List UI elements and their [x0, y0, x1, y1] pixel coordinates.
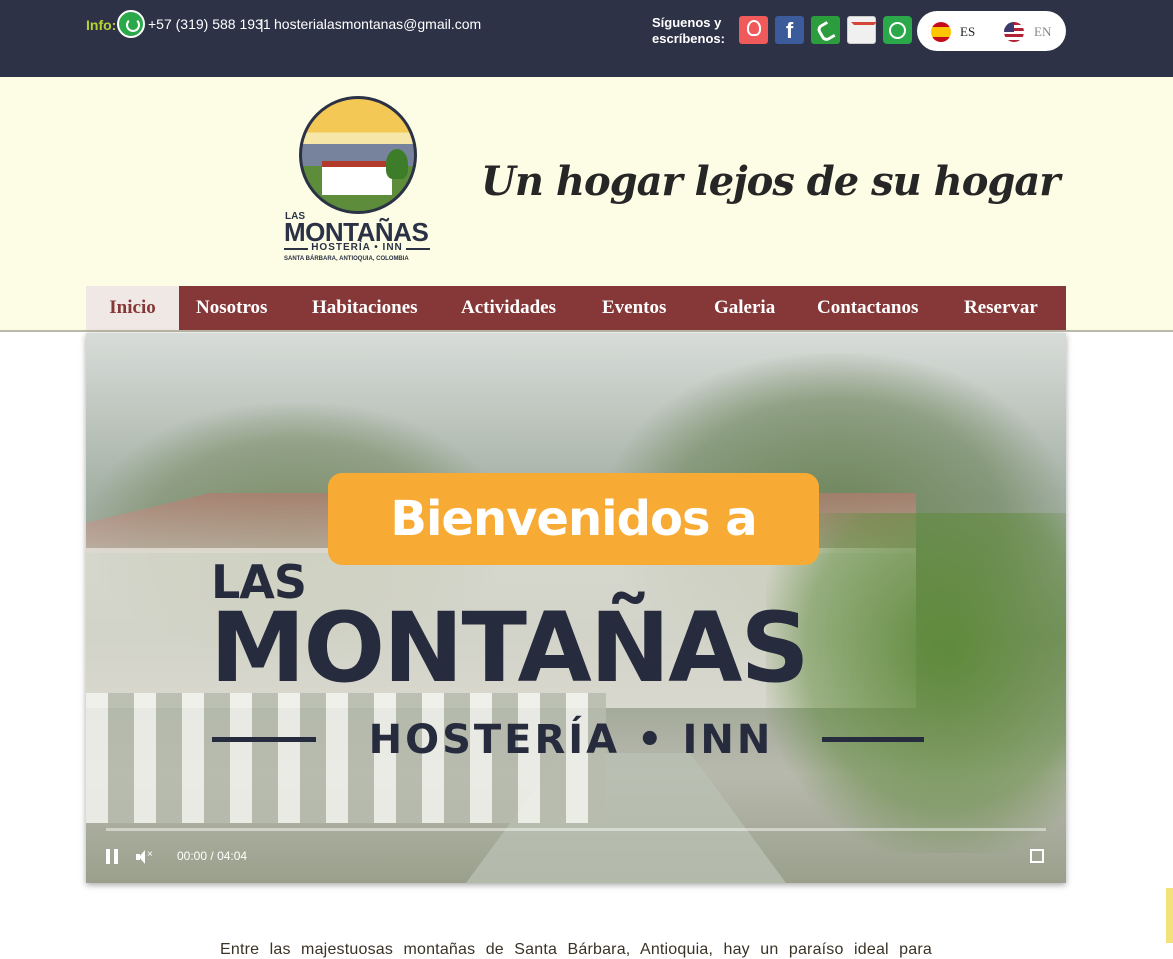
nav-item-habitaciones[interactable]: Habitaciones — [312, 286, 418, 330]
nav-item-inicio[interactable]: Inicio — [86, 286, 179, 330]
video-time-separator: / — [210, 849, 214, 863]
logo-house-icon — [322, 161, 392, 195]
fullscreen-icon[interactable] — [1030, 849, 1044, 863]
video-title-divider — [822, 737, 924, 742]
intro-paragraph: Entre las majestuosas montañas de Santa … — [220, 941, 932, 958]
email-link[interactable]: hosterialasmontanas@gmail.com — [274, 16, 481, 32]
follow-label: Síguenos y escríbenos: — [652, 15, 725, 46]
nav-item-galeria[interactable]: Galeria — [714, 286, 775, 330]
whatsapp-icon[interactable] — [883, 16, 912, 44]
top-info-bar: Info: +57 (319) 588 1931 | hosterialasmo… — [0, 0, 1173, 77]
phone-icon[interactable] — [811, 16, 840, 44]
video-time: 00:00 / 04:04 — [177, 849, 247, 863]
nav-item-contactanos[interactable]: Contactanos — [817, 286, 918, 330]
mute-icon[interactable] — [136, 850, 156, 864]
video-progress-bar[interactable] — [106, 828, 1046, 831]
language-en[interactable]: EN — [1034, 24, 1051, 40]
video-current-time: 00:00 — [177, 849, 208, 863]
whatsapp-icon[interactable] — [117, 10, 145, 38]
logo-subtitle: HOSTERÍA • INN — [311, 242, 403, 253]
phone-number[interactable]: +57 (319) 588 1931 — [148, 16, 271, 32]
welcome-video-player[interactable]: Bienvenidos a LAS MONTAÑAS HOSTERÍA • IN… — [86, 333, 1066, 883]
pause-icon[interactable] — [106, 849, 119, 864]
video-title-sub: HOSTERÍA • INN — [368, 717, 774, 763]
nav-item-eventos[interactable]: Eventos — [602, 286, 666, 330]
info-label: Info: — [86, 17, 117, 33]
video-title-divider — [212, 737, 316, 742]
language-switcher: ES EN — [917, 11, 1066, 51]
spain-flag-icon[interactable] — [931, 22, 951, 42]
chat-widget-edge[interactable] — [1166, 888, 1173, 943]
logo-location: SANTA BÁRBARA, ANTIOQUIA, COLOMBIA — [284, 256, 409, 262]
header-divider — [0, 330, 1173, 332]
facebook-icon[interactable]: f — [775, 16, 804, 44]
mute-mark: × — [147, 849, 153, 860]
usa-flag-icon[interactable] — [1004, 22, 1024, 42]
welcome-banner-text: Bienvenidos a — [390, 491, 757, 547]
info-separator: | — [260, 16, 264, 32]
video-duration: 04:04 — [217, 849, 248, 863]
language-es[interactable]: ES — [960, 24, 975, 40]
nav-item-actividades[interactable]: Actividades — [461, 286, 556, 330]
main-nav: Inicio Nosotros Habitaciones Actividades… — [86, 286, 1066, 330]
nav-item-reservar[interactable]: Reservar — [964, 286, 1038, 330]
site-slogan: Un hogar lejos de su hogar — [481, 158, 1060, 205]
logo-tree-icon — [386, 149, 408, 179]
gmail-icon[interactable] — [847, 16, 876, 44]
welcome-banner: Bienvenidos a — [328, 473, 819, 565]
nav-item-nosotros[interactable]: Nosotros — [196, 286, 267, 330]
airbnb-icon[interactable] — [739, 16, 768, 44]
logo-emblem[interactable] — [299, 96, 417, 214]
video-title-main: MONTAÑAS — [210, 592, 810, 704]
